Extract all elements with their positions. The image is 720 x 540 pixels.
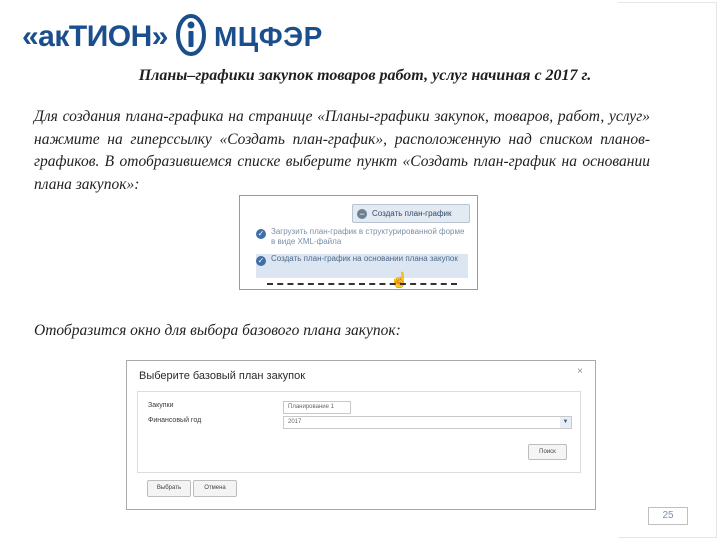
close-icon[interactable]: × xyxy=(577,366,583,377)
dialog-title: Выберите базовый план закупок xyxy=(139,370,306,382)
logo-emblem-icon xyxy=(174,13,208,62)
logo-text-mcfer: МЦФЭР xyxy=(213,21,323,52)
truncated-row-divider xyxy=(267,283,457,288)
minus-icon: − xyxy=(357,208,367,219)
choose-button[interactable]: Выбрать xyxy=(147,480,191,497)
logo-text-aktion: «акТИОН» xyxy=(22,20,168,53)
menu-item-create-from-plan[interactable]: ✓ Создать план-график на основании плана… xyxy=(256,254,468,278)
check-icon: ✓ xyxy=(256,229,266,239)
field-label-purchases: Закупки xyxy=(148,402,174,409)
screenshot-create-menu: − Создать план-график ✓ Загрузить план-г… xyxy=(239,195,478,290)
cancel-button[interactable]: Отмена xyxy=(193,480,237,497)
instruction-paragraph: Для создания плана-графика на странице «… xyxy=(34,108,650,193)
create-plan-button[interactable]: − Создать план-график xyxy=(352,204,470,223)
menu-item-label: Создать план-график на основании плана з… xyxy=(271,254,458,263)
dialog-form: Закупки Планирование 1 Финансовый год 20… xyxy=(137,391,581,473)
slide-title: Планы–графики закупок товаров работ, усл… xyxy=(138,67,592,84)
caption-select-plan: Отобразится окно для выбора базового пла… xyxy=(34,322,401,339)
fiscal-year-select[interactable]: 2017 ▼ xyxy=(283,416,572,429)
menu-item-label: Загрузить план-график в структурированно… xyxy=(271,227,465,246)
page-number: 25 xyxy=(648,507,688,525)
chevron-down-icon[interactable]: ▼ xyxy=(560,417,571,428)
purchases-input[interactable]: Планирование 1 xyxy=(283,401,351,414)
screenshot-select-plan-dialog: Выберите базовый план закупок × Закупки … xyxy=(126,360,596,510)
search-button[interactable]: Поиск xyxy=(528,444,567,460)
menu-item-upload-xml[interactable]: ✓ Загрузить план-график в структурирован… xyxy=(256,227,468,247)
fiscal-year-value: 2017 xyxy=(288,419,302,425)
field-label-fiscal-year: Финансовый год xyxy=(148,417,202,424)
check-icon: ✓ xyxy=(256,256,266,266)
company-logo: «акТИОН» МЦФЭР xyxy=(22,13,323,62)
create-plan-button-label: Создать план-график xyxy=(372,209,452,218)
